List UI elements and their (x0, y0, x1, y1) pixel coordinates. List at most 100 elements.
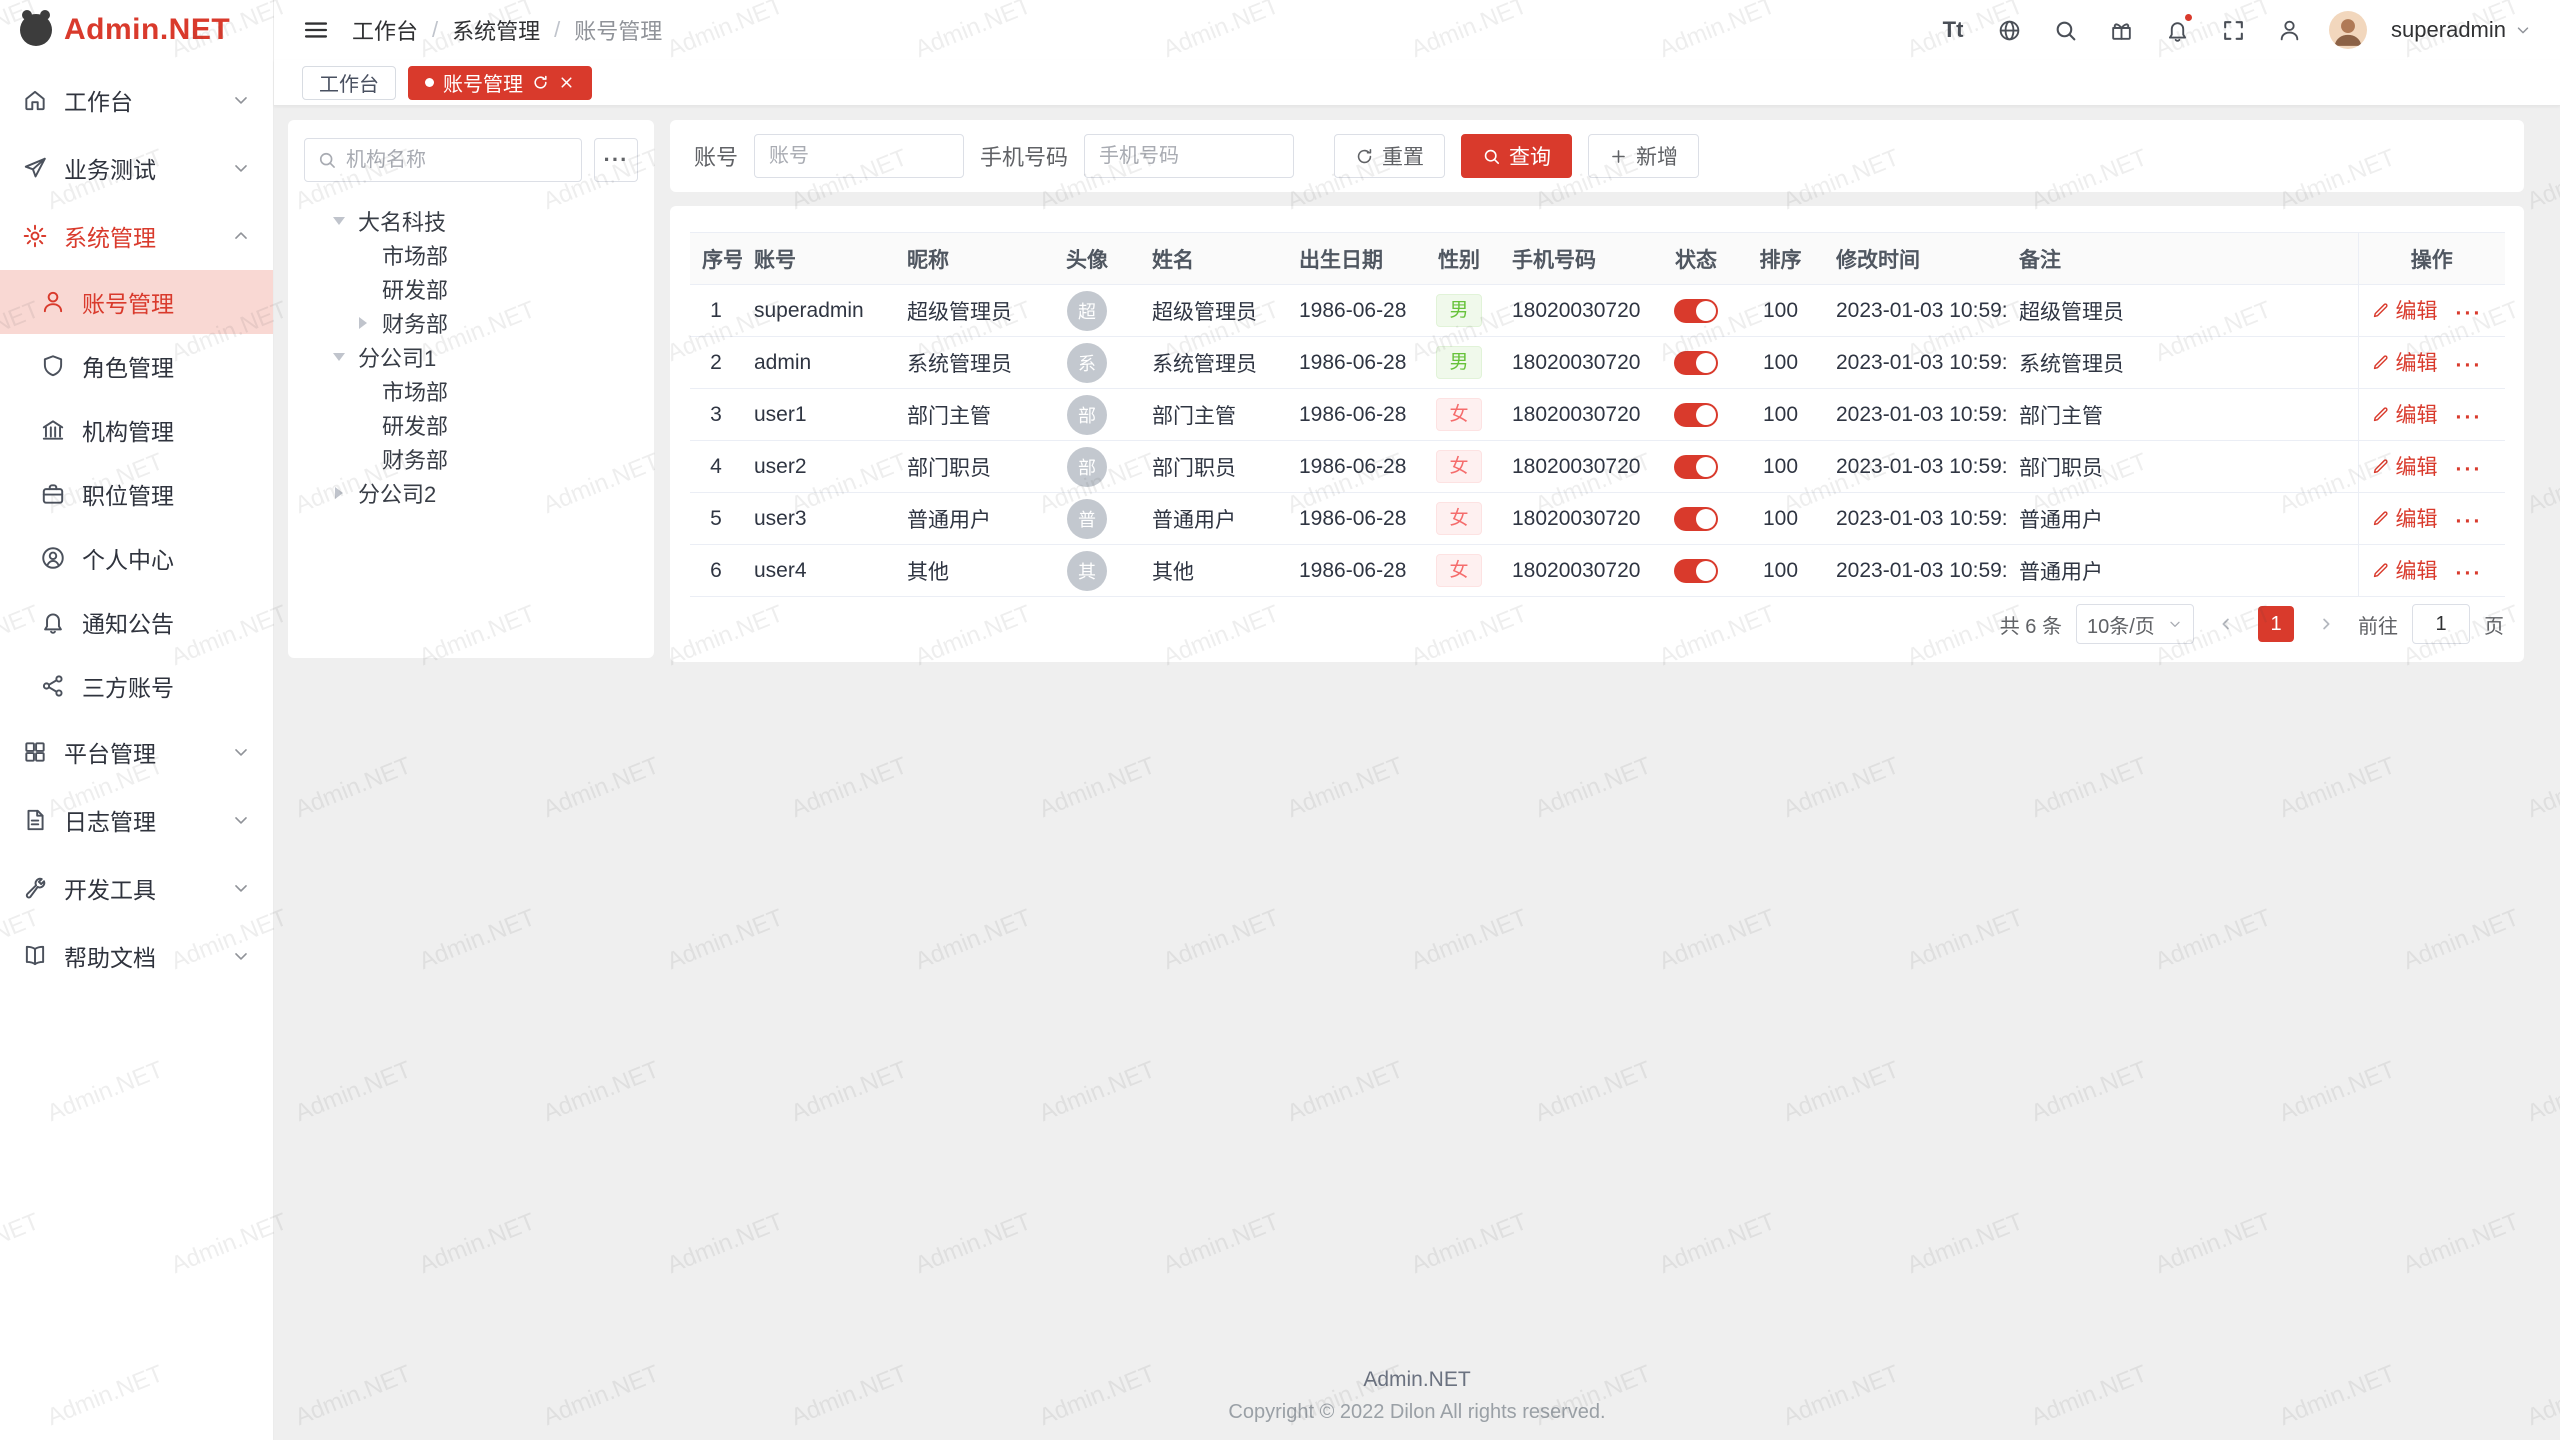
cell-index: 1 (690, 285, 742, 337)
chevron-down-icon (231, 742, 251, 762)
status-toggle[interactable] (1674, 403, 1718, 427)
sidebar-item-personal-center[interactable]: 个人中心 (0, 526, 273, 590)
edit-button[interactable]: 编辑 (2371, 347, 2438, 377)
status-toggle[interactable] (1674, 351, 1718, 375)
tree-node-dept[interactable]: 财务部 (304, 442, 638, 476)
table-row: 3 user1 部门主管 部 部门主管 1986-06-28 女 1802003… (690, 389, 2505, 441)
sidebar-item-help-docs[interactable]: 帮助文档 (0, 922, 273, 990)
status-toggle[interactable] (1674, 455, 1718, 479)
role-icon (40, 353, 66, 379)
edit-button[interactable]: 编辑 (2371, 451, 2438, 481)
user-settings-icon[interactable] (2273, 14, 2305, 46)
account-input[interactable] (754, 134, 964, 178)
cell-nickname: 部门职员 (895, 441, 1034, 493)
app-logo[interactable]: Admin.NET (0, 0, 273, 60)
col-birth: 出生日期 (1287, 233, 1418, 285)
sidebar-item-label: 账号管理 (82, 285, 251, 319)
edit-icon (2371, 301, 2390, 320)
tab-account-management[interactable]: 账号管理 (408, 66, 592, 100)
sidebar-item-label: 帮助文档 (64, 939, 215, 973)
tree-node-company[interactable]: 大名科技 (304, 204, 638, 238)
menu-collapse-button[interactable] (302, 16, 330, 44)
sidebar-item-notice[interactable]: 通知公告 (0, 590, 273, 654)
close-icon[interactable] (558, 74, 575, 91)
cell-birth: 1986-06-28 (1287, 285, 1418, 337)
status-toggle[interactable] (1674, 559, 1718, 583)
tree-node-branch[interactable]: 分公司2 (304, 476, 638, 510)
breadcrumb-item[interactable]: 工作台 (352, 14, 418, 46)
prev-page-button[interactable] (2208, 606, 2244, 642)
tab-workbench[interactable]: 工作台 (302, 66, 396, 100)
cell-account: user1 (742, 389, 895, 441)
fullscreen-icon[interactable] (2217, 14, 2249, 46)
page-size-select[interactable]: 10条/页 (2076, 604, 2194, 644)
cell-name: 超级管理员 (1140, 285, 1287, 337)
avatar: 系 (1067, 343, 1107, 383)
search-icon[interactable] (2049, 14, 2081, 46)
tree-node-dept[interactable]: 财务部 (304, 306, 638, 340)
notification-bell-icon[interactable] (2161, 14, 2193, 46)
sidebar-item-third-party-account[interactable]: 三方账号 (0, 654, 273, 718)
sidebar-item-dev-tools[interactable]: 开发工具 (0, 854, 273, 922)
caret-right-icon[interactable] (359, 317, 367, 329)
sidebar-item-log-management[interactable]: 日志管理 (0, 786, 273, 854)
edit-icon (2371, 457, 2390, 476)
status-toggle[interactable] (1674, 299, 1718, 323)
refresh-icon[interactable] (532, 74, 549, 91)
phone-input[interactable] (1084, 134, 1294, 178)
add-button[interactable]: 新增 (1588, 134, 1699, 178)
sidebar-item-business-test[interactable]: 业务测试 (0, 134, 273, 202)
col-nickname: 昵称 (895, 233, 1034, 285)
search-button[interactable]: 查询 (1461, 134, 1572, 178)
more-actions-button[interactable]: ··· (2456, 302, 2483, 325)
status-toggle[interactable] (1674, 507, 1718, 531)
reset-button[interactable]: 重置 (1334, 134, 1445, 178)
sidebar-item-workbench[interactable]: 工作台 (0, 66, 273, 134)
cell-phone: 18020030720 (1500, 285, 1655, 337)
footer-copyright: Copyright © 2022 Dilon All rights reserv… (274, 1401, 2560, 1424)
more-actions-button[interactable]: ··· (2456, 562, 2483, 585)
gift-icon[interactable] (2105, 14, 2137, 46)
tab-bar: 工作台 账号管理 (274, 60, 2560, 106)
tree-node-dept[interactable]: 市场部 (304, 374, 638, 408)
sidebar-item-system-management[interactable]: 系统管理 (0, 202, 273, 270)
sidebar-item-platform-management[interactable]: 平台管理 (0, 718, 273, 786)
bell-icon (40, 609, 66, 635)
tree-node-branch[interactable]: 分公司1 (304, 340, 638, 374)
next-page-button[interactable] (2308, 606, 2344, 642)
edit-icon (2371, 353, 2390, 372)
col-phone: 手机号码 (1500, 233, 1655, 285)
goto-page-input[interactable] (2412, 604, 2470, 644)
org-search-input[interactable] (346, 149, 569, 172)
globe-icon[interactable] (1993, 14, 2025, 46)
edit-button[interactable]: 编辑 (2371, 503, 2438, 533)
tree-node-dept[interactable]: 研发部 (304, 272, 638, 306)
sidebar-item-position-management[interactable]: 职位管理 (0, 462, 273, 526)
caret-down-icon[interactable] (333, 353, 345, 361)
more-actions-button[interactable]: ··· (2456, 510, 2483, 533)
edit-button[interactable]: 编辑 (2371, 555, 2438, 585)
more-actions-button[interactable]: ··· (2456, 458, 2483, 481)
sidebar-item-org-management[interactable]: 机构管理 (0, 398, 273, 462)
sidebar-item-account-management[interactable]: 账号管理 (0, 270, 273, 334)
page-unit-label: 页 (2484, 610, 2504, 639)
user-menu[interactable]: superadmin (2391, 17, 2532, 43)
user-avatar[interactable] (2329, 11, 2367, 49)
breadcrumb-item[interactable]: 系统管理 (452, 14, 540, 46)
org-search-box (304, 138, 582, 182)
font-size-icon[interactable]: Tt (1937, 14, 1969, 46)
tree-more-button[interactable]: ··· (594, 138, 638, 182)
sidebar-item-role-management[interactable]: 角色管理 (0, 334, 273, 398)
chevron-down-icon (2514, 21, 2532, 39)
caret-right-icon[interactable] (335, 487, 343, 499)
edit-button[interactable]: 编辑 (2371, 399, 2438, 429)
chevron-down-icon (231, 90, 251, 110)
current-page-button[interactable]: 1 (2258, 606, 2294, 642)
more-actions-button[interactable]: ··· (2456, 406, 2483, 429)
cell-nickname: 其他 (895, 545, 1034, 597)
more-actions-button[interactable]: ··· (2456, 354, 2483, 377)
tree-node-dept[interactable]: 研发部 (304, 408, 638, 442)
tree-node-dept[interactable]: 市场部 (304, 238, 638, 272)
caret-down-icon[interactable] (333, 217, 345, 225)
edit-button[interactable]: 编辑 (2371, 295, 2438, 325)
